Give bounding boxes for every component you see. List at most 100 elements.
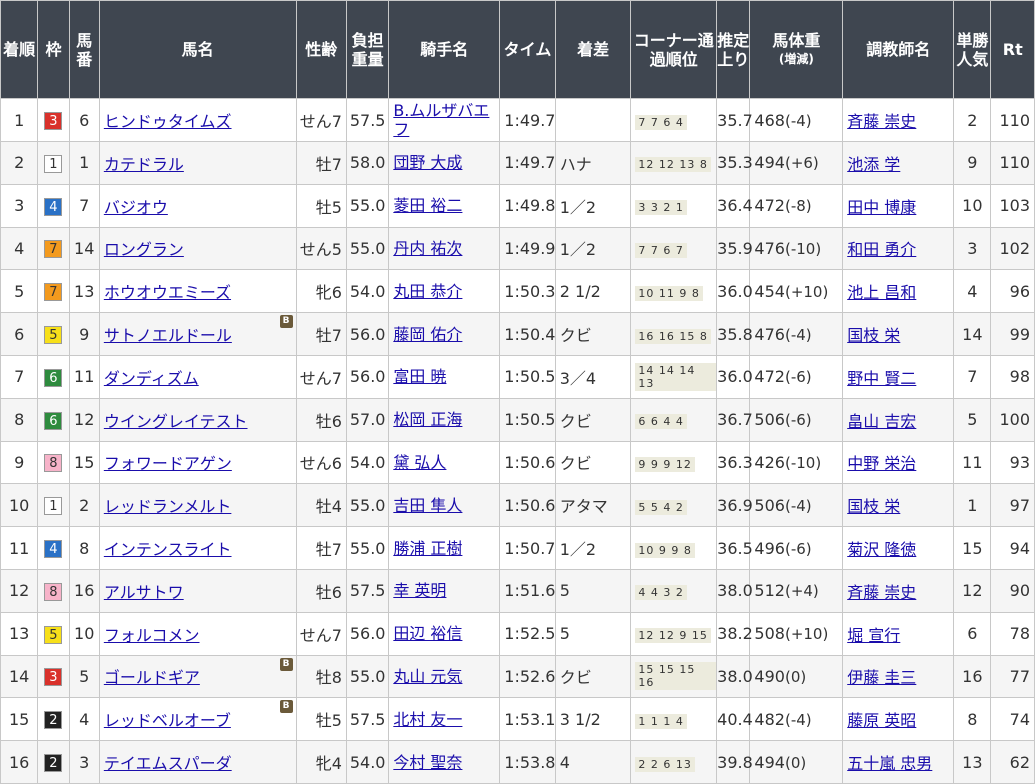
horse-link[interactable]: カテドラル (104, 155, 184, 174)
bodyweight-diff: (-6) (784, 539, 812, 558)
jockey-cell: B.ムルザバエフ (388, 98, 501, 142)
trainer-link[interactable]: 斉藤 崇史 (847, 583, 916, 602)
trainer-link[interactable]: 池上 昌和 (847, 283, 916, 302)
bodyweight-diff: (-6) (784, 368, 812, 387)
jockey-link[interactable]: 幸 英明 (393, 581, 446, 600)
horse-link[interactable]: バジオウ (104, 198, 168, 217)
popularity-cell: 16 (953, 654, 992, 699)
trainer-link[interactable]: 斉藤 崇史 (847, 112, 916, 131)
jockey-link[interactable]: 藤岡 佑介 (393, 325, 462, 344)
bodyweight-cell: 472(-6) (749, 354, 844, 399)
bodyweight-diff: (-10) (784, 239, 822, 258)
horse-link[interactable]: ウイングレイテスト (104, 412, 248, 431)
table-row: 14 3 5 ゴールドギア B 牡8 55.0 丸山 元気 1:52.6 クビ 15 15 15 1… (0, 654, 1035, 699)
corner-cell: 14 14 14 13 (630, 354, 718, 399)
jockey-link[interactable]: 勝浦 正樹 (393, 539, 462, 558)
last3f-cell: 38.0 (716, 654, 753, 699)
horse-link[interactable]: レッドベルオーブ (104, 711, 231, 730)
bodyweight-value: 472 (754, 196, 785, 216)
jockey-link[interactable]: 富田 暁 (393, 367, 446, 386)
popularity-cell: 3 (953, 226, 992, 271)
jockey-link[interactable]: 田辺 裕信 (393, 624, 462, 643)
horse-link[interactable]: フォルコメン (104, 626, 200, 645)
rank-cell: 4 (0, 226, 39, 271)
trainer-link[interactable]: 伊藤 圭三 (847, 668, 916, 687)
waku-badge: 6 (44, 411, 63, 430)
header-horse: 馬名 (98, 0, 297, 99)
rt-cell: 99 (990, 312, 1035, 356)
jockey-link[interactable]: 菱田 裕二 (393, 196, 462, 215)
last3f-cell: 38.0 (716, 568, 753, 613)
margin-cell: 5 (554, 568, 632, 613)
waku-cell: 3 (37, 98, 70, 142)
horse-link[interactable]: サトノエルドール (104, 326, 232, 345)
trainer-link[interactable]: 池添 学 (847, 155, 900, 174)
trainer-link[interactable]: 菊沢 隆徳 (847, 540, 916, 559)
jockey-link[interactable]: 今村 聖奈 (393, 753, 462, 772)
corner-cell: 10 11 9 8 (630, 269, 718, 314)
sexage-cell: 牡4 (295, 483, 347, 528)
trainer-link[interactable]: 畠山 吉宏 (847, 412, 916, 431)
jockey-link[interactable]: 松岡 正海 (393, 410, 462, 429)
result-body: 1 3 6 ヒンドゥタイムズ せん7 57.5 B.ムルザバエフ 1:49.7 7 7 6 43… (0, 98, 1035, 784)
jockey-link[interactable]: 北村 友一 (393, 710, 462, 729)
trainer-link[interactable]: 国枝 栄 (847, 326, 900, 345)
jockey-cell: 丹内 祐次 (388, 226, 501, 271)
umaban-cell: 14 (68, 226, 100, 271)
trainer-link[interactable]: 堀 宣行 (847, 626, 900, 645)
jockey-link[interactable]: 黛 弘人 (393, 453, 446, 472)
horse-link[interactable]: インテンスライト (104, 540, 232, 559)
bodyweight-value: 476 (754, 324, 785, 344)
jockey-link[interactable]: 丹内 祐次 (393, 239, 462, 258)
trainer-cell: 畠山 吉宏 (842, 397, 955, 442)
horse-link[interactable]: ゴールドギア (104, 668, 200, 687)
horse-link[interactable]: ホウオウエミーズ (104, 283, 231, 302)
time-cell: 1:52.5 (499, 611, 556, 656)
margin-cell: 4 (554, 740, 632, 784)
bodyweight-diff: (-4) (784, 325, 812, 344)
blinker-icon: B (279, 315, 293, 329)
trainer-link[interactable]: 国枝 栄 (847, 497, 900, 516)
bodyweight-cell: 476(-4) (749, 312, 844, 356)
horse-cell: テイエムスパーダ (98, 740, 297, 784)
jockey-link[interactable]: 丸田 恭介 (393, 282, 462, 301)
trainer-link[interactable]: 和田 勇介 (847, 240, 916, 259)
blinker-icon: B (279, 700, 293, 714)
trainer-link[interactable]: 田中 博康 (847, 198, 916, 217)
jockey-link[interactable]: 団野 大成 (393, 153, 462, 172)
horse-link[interactable]: レッドランメルト (104, 497, 232, 516)
trainer-link[interactable]: 藤原 英昭 (847, 711, 916, 730)
time-cell: 1:53.1 (499, 697, 556, 742)
jockey-cell: 藤岡 佑介 (388, 312, 501, 356)
bodyweight-cell: 454(+10) (749, 269, 844, 314)
horse-link[interactable]: ダンディズム (104, 369, 199, 388)
horse-link[interactable]: ロングラン (104, 240, 184, 259)
jockey-link[interactable]: 吉田 隼人 (393, 496, 462, 515)
jockey-cell: 丸田 恭介 (388, 269, 501, 314)
horse-link[interactable]: テイエムスパーダ (104, 754, 232, 773)
header-weight: 負担重量 (345, 0, 390, 99)
trainer-link[interactable]: 中野 栄治 (847, 454, 916, 473)
header-waku: 枠 (37, 0, 70, 99)
popularity-cell: 14 (953, 312, 992, 356)
rt-cell: 96 (990, 269, 1035, 314)
corner-positions: 6 6 4 4 (635, 414, 687, 430)
header-trainer: 調教師名 (842, 0, 955, 99)
horse-cell: ゴールドギア B (98, 654, 297, 699)
horse-link[interactable]: ヒンドゥタイムズ (104, 112, 232, 131)
trainer-link[interactable]: 野中 賢二 (847, 369, 916, 388)
margin-cell: 5 (554, 611, 632, 656)
trainer-link[interactable]: 五十嵐 忠男 (847, 754, 932, 773)
weight-cell: 55.0 (345, 483, 390, 528)
table-row: 11 4 8 インテンスライト 牡7 55.0 勝浦 正樹 1:50.7 1／2 10 9 9 8… (0, 526, 1035, 570)
last3f-cell: 36.4 (716, 183, 753, 228)
corner-positions: 14 14 14 13 (635, 362, 717, 391)
jockey-link[interactable]: 丸山 元気 (393, 667, 462, 686)
corner-cell: 5 5 4 2 (630, 483, 718, 528)
horse-link[interactable]: アルサトワ (104, 583, 184, 602)
horse-link[interactable]: フォワードアゲン (104, 454, 232, 473)
jockey-link[interactable]: B.ムルザバエフ (393, 101, 489, 139)
horse-cell: アルサトワ (98, 568, 297, 613)
corner-cell: 6 6 4 4 (630, 397, 718, 442)
table-row: 6 5 9 サトノエルドール B 牡7 56.0 藤岡 佑介 1:50.4 クビ 16 16 15 … (0, 312, 1035, 356)
